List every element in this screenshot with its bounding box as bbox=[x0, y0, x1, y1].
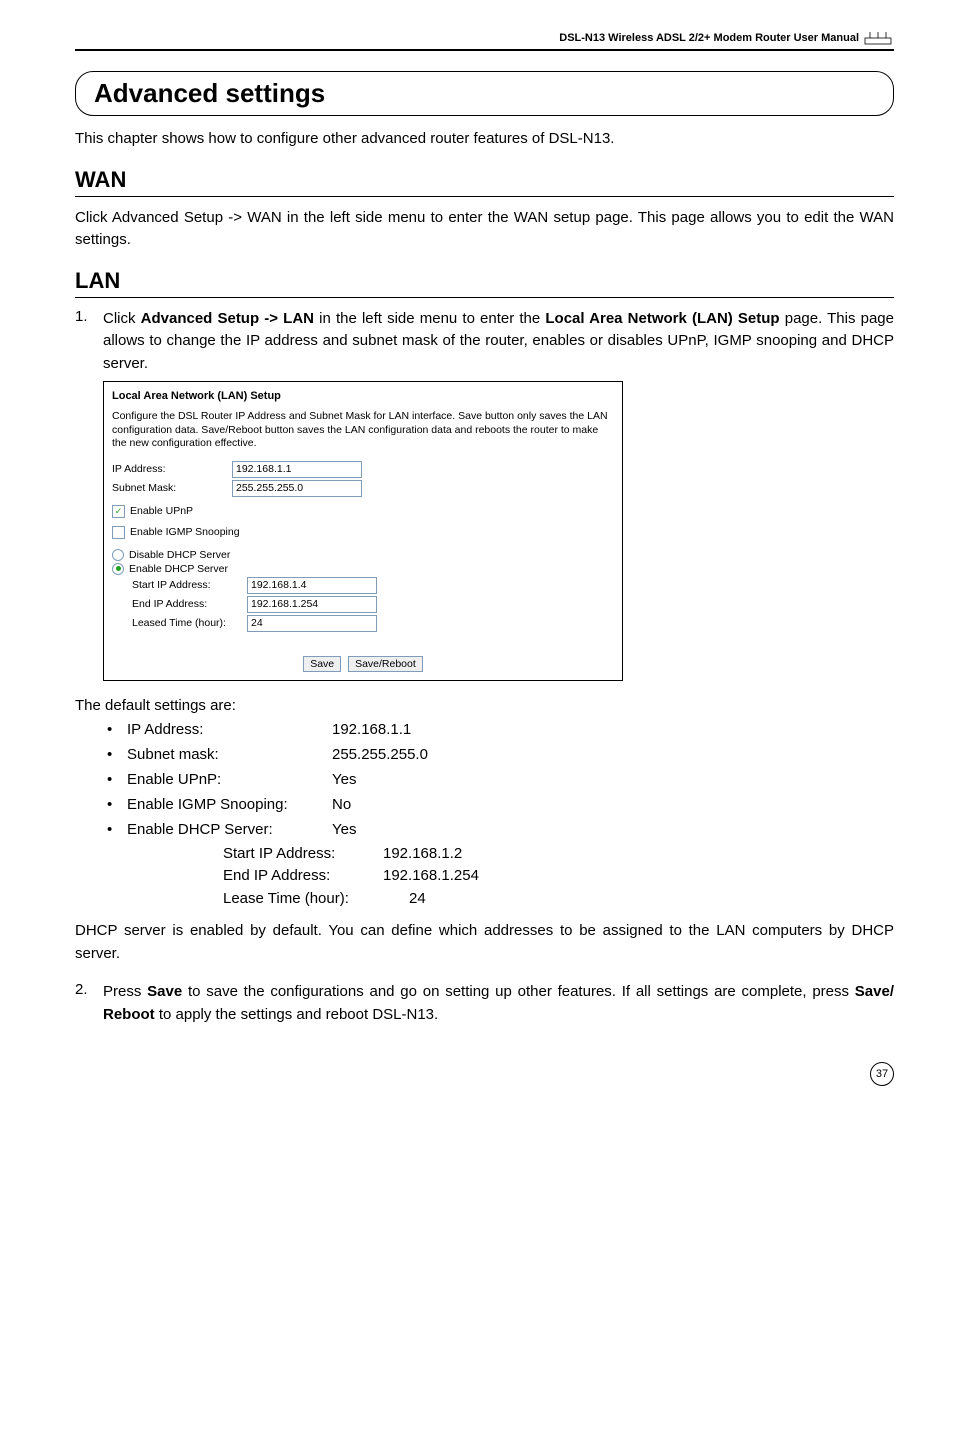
screenshot-desc: Configure the DSL Router IP Address and … bbox=[112, 410, 614, 451]
enable-igmp-checkbox[interactable] bbox=[112, 526, 125, 539]
wan-heading: WAN bbox=[75, 167, 894, 197]
defaults-title: The default settings are: bbox=[75, 697, 894, 714]
subnet-mask-input[interactable] bbox=[232, 480, 362, 497]
default-item-1: • Subnet mask: 255.255.255.0 bbox=[107, 743, 894, 767]
start-ip-input[interactable] bbox=[247, 577, 377, 594]
default-item-2: • Enable UPnP: Yes bbox=[107, 768, 894, 792]
screenshot-title: Local Area Network (LAN) Setup bbox=[112, 390, 614, 402]
lan-heading: LAN bbox=[75, 268, 894, 298]
header: DSL-N13 Wireless ADSL 2/2+ Modem Router … bbox=[75, 30, 894, 51]
enable-upnp-label: Enable UPnP bbox=[130, 505, 193, 517]
end-ip-label: End IP Address: bbox=[112, 598, 247, 610]
page-number: 37 bbox=[75, 1062, 894, 1086]
leased-time-label: Leased Time (hour): bbox=[112, 617, 247, 629]
enable-upnp-checkbox[interactable]: ✓ bbox=[112, 505, 125, 518]
disable-dhcp-radio[interactable] bbox=[112, 549, 124, 561]
dhcp-note: DHCP server is enabled by default. You c… bbox=[75, 920, 894, 965]
default-item-0: • IP Address: 192.168.1.1 bbox=[107, 718, 894, 742]
default-item-3: • Enable IGMP Snooping: No bbox=[107, 793, 894, 817]
enable-igmp-label: Enable IGMP Snooping bbox=[130, 526, 240, 538]
intro-text: This chapter shows how to configure othe… bbox=[75, 128, 894, 151]
wan-body: Click Advanced Setup -> WAN in the left … bbox=[75, 207, 894, 252]
leased-time-input[interactable] bbox=[247, 615, 377, 632]
save-reboot-button[interactable]: Save/Reboot bbox=[348, 656, 423, 672]
lan-step-1: 1. Click Advanced Setup -> LAN in the le… bbox=[75, 308, 894, 376]
subnet-mask-label: Subnet Mask: bbox=[112, 482, 232, 494]
section-title-box: Advanced settings bbox=[75, 71, 894, 116]
end-ip-input[interactable] bbox=[247, 596, 377, 613]
start-ip-label: Start IP Address: bbox=[112, 579, 247, 591]
ip-address-label: IP Address: bbox=[112, 463, 232, 475]
disable-dhcp-label: Disable DHCP Server bbox=[129, 549, 230, 561]
lan-step-2: 2. Press Save to save the configurations… bbox=[75, 981, 894, 1026]
enable-dhcp-radio[interactable] bbox=[112, 563, 124, 575]
save-button[interactable]: Save bbox=[303, 656, 341, 672]
default-item-4: • Enable DHCP Server: Yes bbox=[107, 818, 894, 842]
enable-dhcp-label: Enable DHCP Server bbox=[129, 563, 228, 575]
lan-setup-screenshot: Local Area Network (LAN) Setup Configure… bbox=[103, 381, 623, 681]
section-title: Advanced settings bbox=[94, 78, 875, 109]
dhcp-sub-defaults: Start IP Address: 192.168.1.2 End IP Add… bbox=[223, 843, 894, 911]
manual-title: DSL-N13 Wireless ADSL 2/2+ Modem Router … bbox=[559, 32, 859, 44]
ip-address-input[interactable] bbox=[232, 461, 362, 478]
router-icon bbox=[864, 30, 894, 46]
